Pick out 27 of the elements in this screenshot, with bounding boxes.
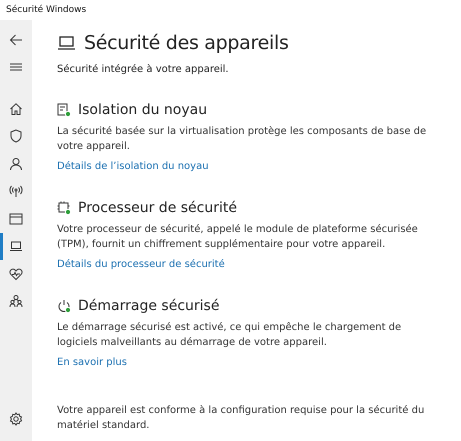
people-icon	[9, 294, 23, 308]
compliance-text: Votre appareil est conforme à la configuration requise pour la sécurité du matériel standard.	[57, 404, 426, 433]
page-title: Sécurité des appareils	[84, 32, 289, 54]
window-title: Sécurité Windows	[6, 5, 86, 15]
page-subtitle: Sécurité intégrée à votre appareil.	[57, 64, 230, 75]
details-link[interactable]: Détails du processeur de sécurité	[57, 259, 225, 270]
antenna-icon	[9, 184, 23, 198]
person-icon	[9, 156, 23, 171]
section-description: Le démarrage sécurisé est activé, ce qui empêche le chargement de logiciels malveillants au démarrage de votre appareil.	[57, 321, 402, 350]
details-link[interactable]: Détails de l’isolation du noyau	[57, 161, 209, 172]
power-check-icon	[57, 299, 71, 313]
back-icon	[9, 32, 23, 47]
shield-icon	[9, 129, 23, 144]
browser-window-icon	[9, 212, 23, 226]
section-description: Votre processeur de sécurité, appelé le module de plateforme sécurisée (TPM), fournit un chiffrement supplémentaire pour votre appareil.	[57, 223, 419, 252]
settings-icon	[9, 412, 23, 426]
details-link[interactable]: En savoir plus	[57, 357, 127, 368]
laptop-icon	[9, 239, 23, 254]
laptop-icon	[57, 35, 76, 51]
home-icon	[9, 102, 23, 116]
section-title: Processeur de sécurité	[78, 200, 237, 216]
section-title: Isolation du noyau	[78, 102, 208, 118]
chip-check-icon	[57, 103, 71, 117]
processor-check-icon	[57, 201, 71, 215]
section-title: Démarrage sécurisé	[78, 298, 220, 314]
heart-icon	[9, 266, 23, 281]
section-description: La sécurité basée sur la virtualisation protège les composants de base de votre appareil.	[57, 125, 427, 154]
